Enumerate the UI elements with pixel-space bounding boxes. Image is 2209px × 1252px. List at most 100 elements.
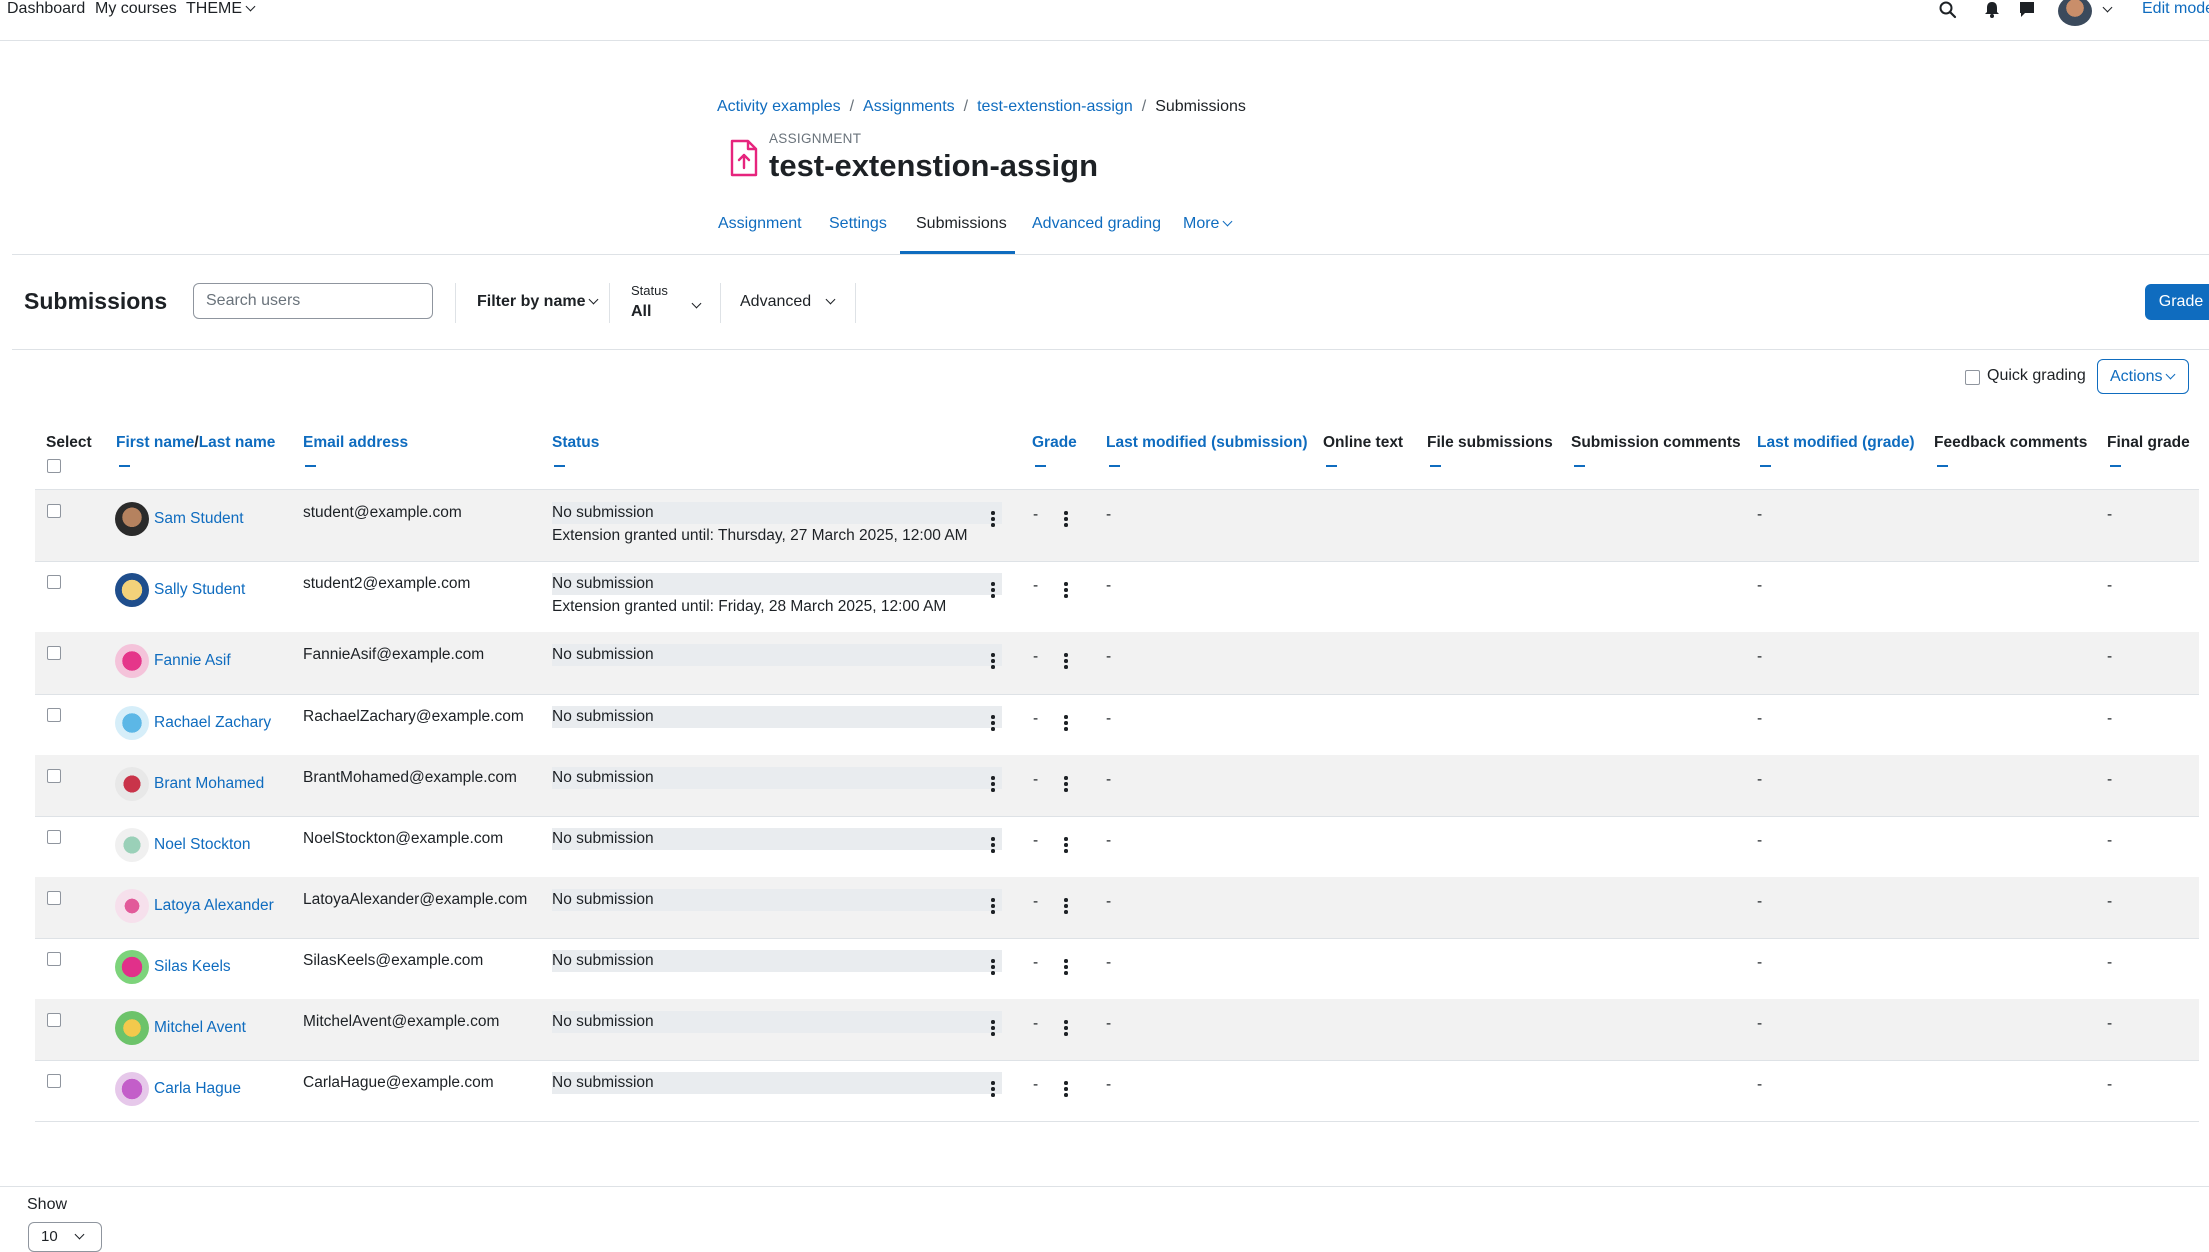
status-menu-icon[interactable] (991, 715, 995, 731)
chevron-down-icon[interactable] (2102, 2, 2113, 13)
grade-menu-icon[interactable] (1064, 1020, 1068, 1036)
student-name-link[interactable]: Fannie Asif (154, 652, 231, 670)
sort-status[interactable]: Status (552, 434, 599, 452)
avatar[interactable] (115, 767, 149, 801)
toolbar-divider-line (12, 349, 2209, 350)
collapse-column-icon[interactable] (1937, 465, 1948, 467)
status-menu-icon[interactable] (991, 776, 995, 792)
row-select-checkbox[interactable] (47, 504, 61, 518)
sort-email[interactable]: Email address (303, 434, 408, 452)
breadcrumb-activity-examples[interactable]: Activity examples (717, 98, 841, 115)
sort-last-modified-submission[interactable]: Last modified (submission) (1106, 434, 1308, 452)
grade-menu-icon[interactable] (1064, 776, 1068, 792)
row-select-checkbox[interactable] (47, 952, 61, 966)
grade-menu-icon[interactable] (1064, 582, 1068, 598)
avatar[interactable] (115, 1072, 149, 1106)
student-name-link[interactable]: Brant Mohamed (154, 775, 264, 793)
breadcrumb-assignment[interactable]: test-extenstion-assign (977, 98, 1133, 115)
grade-menu-icon[interactable] (1064, 898, 1068, 914)
row-select-checkbox[interactable] (47, 708, 61, 722)
breadcrumb-assignments[interactable]: Assignments (863, 98, 955, 115)
avatar[interactable] (115, 889, 149, 923)
toolbar-divider (455, 283, 456, 323)
grade-menu-icon[interactable] (1064, 653, 1068, 669)
tab-assignment[interactable]: Assignment (718, 215, 802, 233)
status-menu-icon[interactable] (991, 653, 995, 669)
grade-menu-icon[interactable] (1064, 1081, 1068, 1097)
student-name-link[interactable]: Silas Keels (154, 958, 231, 976)
grade-menu-icon[interactable] (1064, 511, 1068, 527)
collapse-column-icon[interactable] (554, 465, 565, 467)
row-select-checkbox[interactable] (47, 575, 61, 589)
bell-icon[interactable] (1982, 0, 2002, 20)
collapse-column-icon[interactable] (1326, 465, 1337, 467)
actions-button[interactable]: Actions (2097, 359, 2189, 394)
grade-menu-icon[interactable] (1064, 959, 1068, 975)
collapse-column-icon[interactable] (2110, 465, 2121, 467)
row-select-checkbox[interactable] (47, 769, 61, 783)
collapse-column-icon[interactable] (1035, 465, 1046, 467)
sort-grade[interactable]: Grade (1032, 434, 1077, 452)
avatar[interactable] (115, 828, 149, 862)
status-menu-icon[interactable] (991, 1081, 995, 1097)
student-name-link[interactable]: Latoya Alexander (154, 897, 274, 915)
collapse-column-icon[interactable] (119, 465, 130, 467)
student-name-link[interactable]: Noel Stockton (154, 836, 251, 854)
collapse-column-icon[interactable] (1760, 465, 1771, 467)
student-name-link[interactable]: Sally Student (154, 581, 245, 599)
status-menu-icon[interactable] (991, 582, 995, 598)
sort-last-name[interactable]: Last name (199, 434, 276, 451)
tab-settings[interactable]: Settings (829, 215, 887, 233)
status-menu-icon[interactable] (991, 511, 995, 527)
student-name-link[interactable]: Sam Student (154, 510, 244, 528)
row-select-checkbox[interactable] (47, 830, 61, 844)
tab-advanced-grading[interactable]: Advanced grading (1032, 215, 1161, 233)
sort-first-name[interactable]: First name (116, 434, 194, 451)
row-select-checkbox[interactable] (47, 1074, 61, 1088)
sort-last-modified-grade[interactable]: Last modified (grade) (1757, 434, 1915, 452)
nav-theme[interactable]: THEME (186, 0, 256, 18)
nav-dashboard[interactable]: Dashboard (7, 0, 85, 18)
grade-menu-icon[interactable] (1064, 715, 1068, 731)
user-avatar[interactable] (2058, 0, 2092, 26)
avatar[interactable] (115, 502, 149, 536)
tab-more[interactable]: More (1183, 215, 1233, 233)
status-menu-icon[interactable] (991, 898, 995, 914)
grade-button[interactable]: Grade (2145, 284, 2209, 320)
status-filter-select[interactable]: All (631, 303, 651, 321)
avatar[interactable] (115, 1011, 149, 1045)
status-menu-icon[interactable] (991, 959, 995, 975)
avatar[interactable] (115, 644, 149, 678)
avatar[interactable] (115, 706, 149, 740)
quick-grading-checkbox[interactable] (1965, 370, 1980, 385)
table-row: Sam Student student@example.com No submiss… (35, 490, 2199, 562)
nav-my-courses[interactable]: My courses (95, 0, 177, 18)
student-email: RachaelZachary@example.com (303, 708, 524, 725)
select-all-checkbox[interactable] (47, 459, 61, 473)
collapse-column-icon[interactable] (305, 465, 316, 467)
filter-by-name-button[interactable]: Filter by name (477, 293, 599, 311)
avatar[interactable] (115, 950, 149, 984)
chevron-down-icon[interactable] (691, 298, 702, 309)
status-menu-icon[interactable] (991, 1020, 995, 1036)
row-select-checkbox[interactable] (47, 1013, 61, 1027)
status-menu-icon[interactable] (991, 837, 995, 853)
collapse-column-icon[interactable] (1109, 465, 1120, 467)
tab-submissions[interactable]: Submissions (916, 215, 1007, 233)
search-icon[interactable] (1938, 0, 1958, 20)
collapse-column-icon[interactable] (1574, 465, 1585, 467)
collapse-column-icon[interactable] (1430, 465, 1441, 467)
student-name-link[interactable]: Rachael Zachary (154, 714, 271, 732)
per-page-select[interactable]: 10 (28, 1222, 102, 1252)
row-select-checkbox[interactable] (47, 891, 61, 905)
row-select-checkbox[interactable] (47, 646, 61, 660)
search-users-input[interactable]: Search users (193, 283, 433, 319)
student-email: SilasKeels@example.com (303, 952, 484, 969)
edit-mode-toggle[interactable]: Edit mode (2142, 0, 2209, 18)
avatar[interactable] (115, 573, 149, 607)
student-name-link[interactable]: Carla Hague (154, 1080, 241, 1098)
student-name-link[interactable]: Mitchel Avent (154, 1019, 246, 1037)
chat-icon[interactable] (2017, 0, 2037, 20)
grade-menu-icon[interactable] (1064, 837, 1068, 853)
advanced-filter-button[interactable]: Advanced (740, 293, 836, 311)
